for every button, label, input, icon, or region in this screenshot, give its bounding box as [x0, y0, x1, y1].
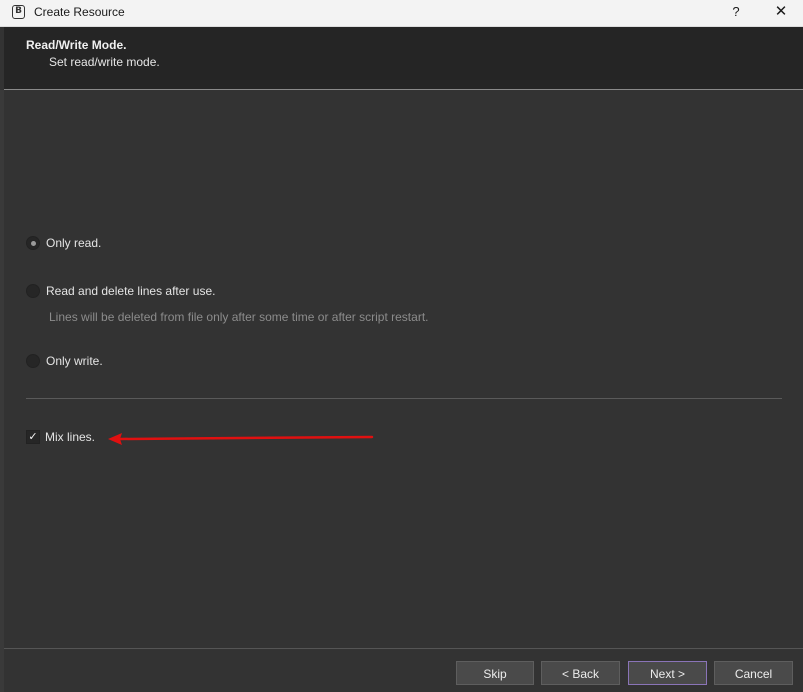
header-divider — [4, 89, 803, 90]
cancel-button[interactable]: Cancel — [714, 661, 793, 685]
skip-button[interactable]: Skip — [456, 661, 534, 685]
next-button[interactable]: Next > — [628, 661, 707, 685]
mix-lines-option[interactable]: ✓ Mix lines. — [26, 428, 95, 446]
mix-lines-checkbox[interactable]: ✓ — [26, 430, 40, 444]
only-write-label: Only write. — [46, 354, 103, 368]
annotation-arrow-head — [108, 433, 122, 445]
back-button[interactable]: < Back — [541, 661, 620, 685]
create-resource-dialog: B Create Resource ? ✕ Read/Write Mode. S… — [0, 0, 803, 692]
title-bar: B Create Resource ? ✕ — [0, 0, 803, 27]
read-delete-label: Read and delete lines after use. — [46, 284, 216, 298]
mix-lines-label: Mix lines. — [45, 430, 96, 444]
wizard-header: Read/Write Mode. Set read/write mode. — [4, 27, 803, 89]
only-write-radio[interactable] — [26, 354, 40, 368]
page-title: Read/Write Mode. — [26, 38, 127, 52]
only-read-label: Only read. — [46, 236, 102, 250]
close-button[interactable]: ✕ — [762, 0, 800, 26]
annotation-arrow — [108, 433, 374, 445]
only-read-option[interactable]: Only read. — [26, 234, 101, 252]
annotation-arrow-line — [118, 435, 374, 441]
help-button[interactable]: ? — [722, 0, 750, 26]
window-title: Create Resource — [34, 5, 125, 19]
only-read-radio[interactable] — [26, 236, 40, 250]
app-icon: B — [12, 5, 25, 19]
read-delete-hint: Lines will be deleted from file only aft… — [49, 310, 429, 324]
options-separator — [26, 398, 782, 399]
read-delete-radio[interactable] — [26, 284, 40, 298]
only-write-option[interactable]: Only write. — [26, 352, 103, 370]
left-edge — [0, 90, 4, 692]
page-subtitle: Set read/write mode. — [49, 55, 160, 69]
footer-divider — [4, 648, 803, 649]
read-delete-option[interactable]: Read and delete lines after use. — [26, 282, 215, 300]
